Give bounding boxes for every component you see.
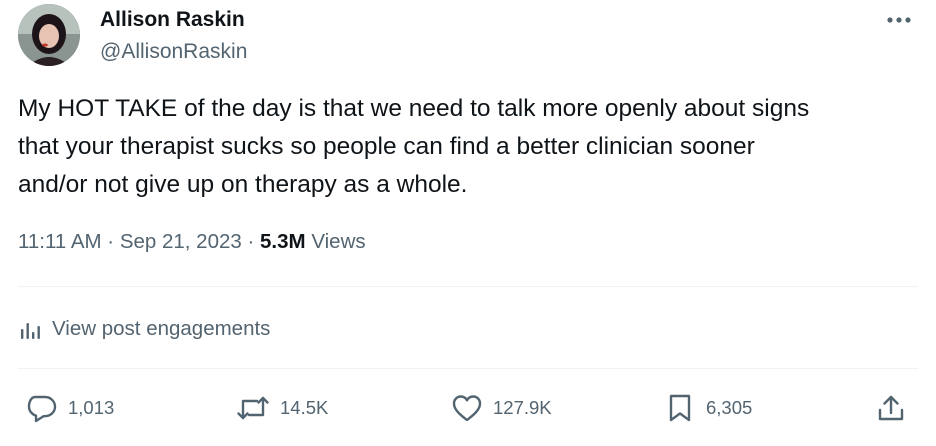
tweet-text: My HOT TAKE of the day is that we need t…: [18, 90, 918, 204]
avatar[interactable]: [18, 4, 80, 66]
share-button[interactable]: [876, 393, 906, 423]
tweet-date[interactable]: Sep 21, 2023: [120, 230, 242, 253]
tweet-time[interactable]: 11:11 AM: [18, 230, 102, 253]
like-count: 127.9K: [493, 397, 552, 418]
bookmark-button[interactable]: 6,305: [664, 392, 752, 424]
reply-icon: [27, 395, 57, 423]
bookmark-count: 6,305: [706, 397, 753, 418]
bar-chart-icon: [21, 323, 40, 339]
meta-separator: ·: [107, 230, 115, 253]
meta-separator: ·: [247, 230, 255, 253]
repost-button[interactable]: 14.5K: [236, 392, 328, 424]
tweet-text-line: My HOT TAKE of the day is that we need t…: [18, 95, 810, 122]
views-label: Views: [311, 230, 366, 253]
reply-count: 1,013: [68, 397, 115, 418]
views-count: 5.3M: [260, 230, 306, 253]
view-engagements-label: View post engagements: [52, 317, 271, 340]
repost-count: 14.5K: [280, 397, 329, 418]
author-display-name[interactable]: Allison Raskin: [100, 8, 245, 32]
tweet-text-line: and/or not give up on therapy as a whole…: [18, 171, 468, 198]
repost-icon: [237, 396, 269, 420]
reply-button[interactable]: 1,013: [26, 392, 114, 424]
divider: [18, 368, 918, 369]
like-button[interactable]: 127.9K: [451, 392, 552, 424]
bookmark-icon: [669, 394, 691, 422]
author-handle[interactable]: @AllisonRaskin: [100, 40, 247, 64]
heart-icon: [452, 395, 482, 422]
view-engagements-link[interactable]: View post engagements: [18, 314, 270, 344]
divider: [18, 286, 918, 287]
tweet-detail: Allison Raskin @AllisonRaskin My HOT TAK…: [0, 0, 936, 446]
tweet-text-line: that your therapist sucks so people can …: [18, 133, 755, 160]
share-icon: [878, 395, 904, 421]
more-horizontal-icon[interactable]: [884, 8, 914, 32]
tweet-meta: 11:11 AM · Sep 21, 2023 · 5.3M Views: [18, 230, 366, 254]
